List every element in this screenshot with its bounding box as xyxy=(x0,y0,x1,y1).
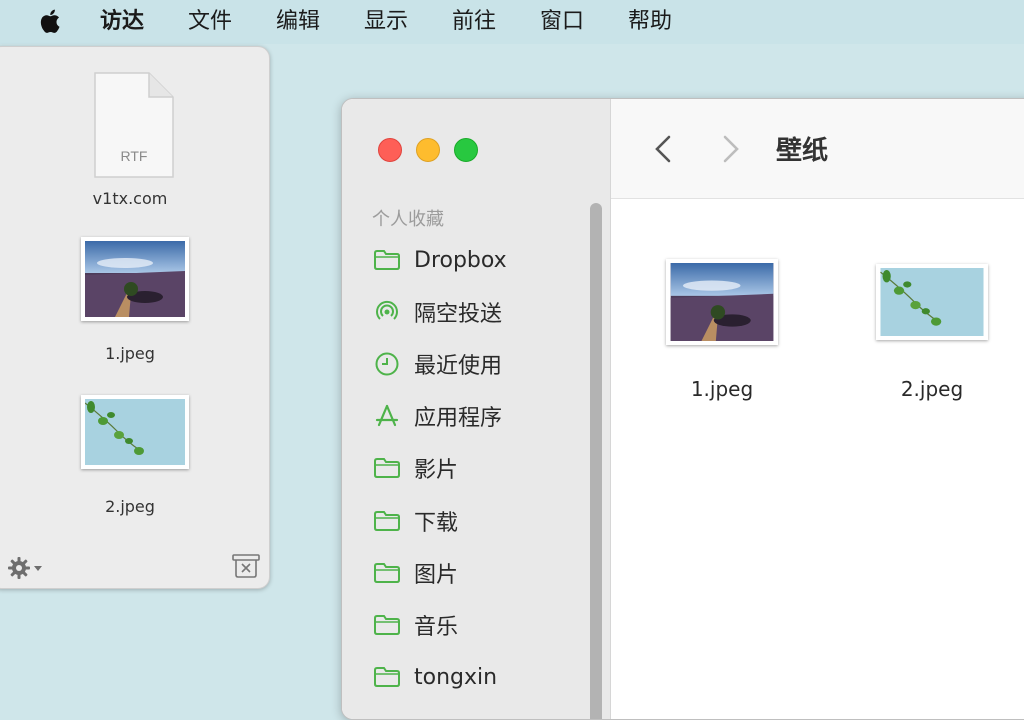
airdrop-icon xyxy=(372,298,402,326)
sidebar-item-label: 隔空投送 xyxy=(414,302,503,327)
stack-file-label: 2.jpeg xyxy=(105,497,155,516)
file-thumbnail-2[interactable] xyxy=(876,264,988,340)
zoom-window-button[interactable] xyxy=(454,138,478,162)
green-leaves-image xyxy=(880,268,984,336)
close-window-button[interactable] xyxy=(378,138,402,162)
finder-sidebar: 个人收藏 Dropbox 隔空投送 最近使用 应用程序 影片 下载 图片 音乐 … xyxy=(342,99,611,719)
sidebar-item-label: Dropbox xyxy=(414,247,507,273)
rtf-document-icon[interactable]: RTF xyxy=(93,71,175,179)
finder-content: 壁纸 1.jpeg 2.jpeg xyxy=(611,99,1024,719)
sidebar-item-recents[interactable]: 最近使用 xyxy=(372,346,502,382)
applications-icon xyxy=(372,402,402,430)
sidebar-item-label: 最近使用 xyxy=(414,354,503,379)
sidebar-item-label: 音乐 xyxy=(414,615,459,640)
drop-stack-panel: RTF v1tx.com 1.jpeg 2.jpeg xyxy=(0,46,270,589)
folder-icon xyxy=(372,663,402,691)
finder-toolbar: 壁纸 xyxy=(611,99,1024,199)
menu-go[interactable]: 前往 xyxy=(452,8,496,36)
gear-menu-icon[interactable] xyxy=(7,555,47,581)
stack-thumbnail-2[interactable] xyxy=(81,395,189,469)
folder-icon xyxy=(372,559,402,587)
menu-edit[interactable]: 编辑 xyxy=(276,8,320,36)
file-thumbnail-1[interactable] xyxy=(666,259,778,345)
sidebar-item-label: 影片 xyxy=(414,458,459,483)
clock-icon xyxy=(372,350,402,378)
sidebar-item-label: 下载 xyxy=(414,511,459,536)
stack-file-label: v1tx.com xyxy=(92,189,168,208)
stack-thumbnail-1[interactable] xyxy=(81,237,189,321)
sidebar-item-music[interactable]: 音乐 xyxy=(372,607,458,643)
menu-window[interactable]: 窗口 xyxy=(540,8,584,36)
file-name-label[interactable]: 2.jpeg xyxy=(862,377,1002,401)
finder-window: 个人收藏 Dropbox 隔空投送 最近使用 应用程序 影片 下载 图片 音乐 … xyxy=(341,98,1024,720)
menu-view[interactable]: 显示 xyxy=(364,8,408,36)
svg-text:RTF: RTF xyxy=(121,148,148,164)
lavender-field-image xyxy=(85,241,185,317)
apple-logo-icon[interactable] xyxy=(36,6,66,36)
sidebar-item-label: 应用程序 xyxy=(414,406,503,431)
sidebar-item-label: 图片 xyxy=(414,563,459,588)
menu-help[interactable]: 帮助 xyxy=(628,8,672,36)
sidebar-section-favorites: 个人收藏 xyxy=(372,209,444,230)
stack-file-label: 1.jpeg xyxy=(105,344,155,363)
minimize-window-button[interactable] xyxy=(416,138,440,162)
sidebar-item-pictures[interactable]: 图片 xyxy=(372,555,458,591)
green-leaves-image xyxy=(85,399,185,465)
clear-stack-icon[interactable] xyxy=(231,553,261,579)
folder-title: 壁纸 xyxy=(776,136,829,166)
sidebar-item-downloads[interactable]: 下载 xyxy=(372,503,458,539)
folder-icon xyxy=(372,507,402,535)
sidebar-item-label: tongxin xyxy=(414,664,498,690)
folder-icon xyxy=(372,454,402,482)
sidebar-item-movies[interactable]: 影片 xyxy=(372,450,458,486)
back-arrow-icon[interactable] xyxy=(651,133,675,165)
menu-bar: 访达 文件 编辑 显示 前往 窗口 帮助 xyxy=(0,0,1024,44)
menu-app-name[interactable]: 访达 xyxy=(100,8,144,36)
folder-icon xyxy=(372,611,402,639)
sidebar-item-airdrop[interactable]: 隔空投送 xyxy=(372,294,502,330)
sidebar-item-tongxin[interactable]: tongxin xyxy=(372,659,497,695)
menu-file[interactable]: 文件 xyxy=(188,8,232,36)
lavender-field-image xyxy=(670,263,774,341)
sidebar-scrollbar[interactable] xyxy=(590,203,602,719)
file-name-label[interactable]: 1.jpeg xyxy=(652,377,792,401)
sidebar-item-applications[interactable]: 应用程序 xyxy=(372,398,502,434)
forward-arrow-icon[interactable] xyxy=(719,133,743,165)
sidebar-item-dropbox[interactable]: Dropbox xyxy=(372,242,507,278)
folder-icon xyxy=(372,246,402,274)
